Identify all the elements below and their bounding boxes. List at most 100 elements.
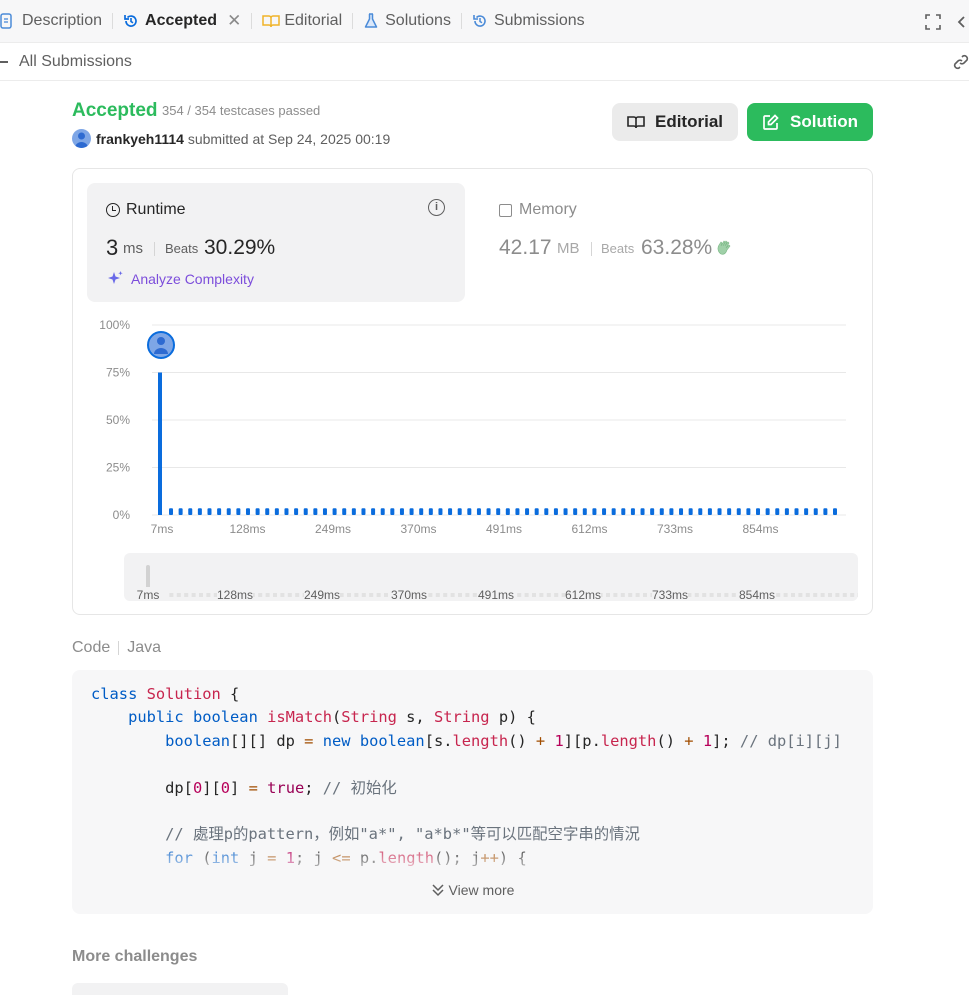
- y-tick-label: 0%: [113, 508, 131, 522]
- tab-solutions[interactable]: Solutions: [353, 0, 461, 43]
- tab-accepted-label: Accepted: [145, 12, 218, 29]
- distribution-bar: [813, 508, 818, 515]
- distribution-bar: [217, 508, 222, 515]
- code-label: Code: [72, 639, 111, 656]
- overview-bar: [643, 593, 647, 597]
- book-icon: [262, 13, 281, 29]
- code-block[interactable]: class Solution { public boolean isMatch(…: [72, 670, 873, 914]
- distribution-bar: [351, 508, 356, 515]
- close-icon[interactable]: ✕: [227, 11, 241, 31]
- overview-bar: [287, 593, 292, 597]
- all-submissions-link[interactable]: All Submissions: [19, 53, 132, 71]
- sparkle-icon: [107, 270, 124, 287]
- distribution-bar: [515, 508, 520, 515]
- overview-bar: [554, 593, 559, 597]
- chevron-left-icon[interactable]: [955, 14, 967, 30]
- runtime-title-label: Runtime: [126, 201, 186, 218]
- distribution-bar: [688, 508, 693, 515]
- overview-bar: [295, 593, 300, 597]
- overview-bar: [798, 593, 803, 597]
- overview-bar: [265, 593, 270, 597]
- submitted-at: submitted at Sep 24, 2025 00:19: [187, 131, 391, 147]
- memory-beats-label: Beats: [601, 241, 635, 256]
- distribution-bar: [736, 508, 741, 515]
- overview-tick-label: 733ms: [652, 588, 688, 601]
- link-icon[interactable]: [953, 54, 969, 70]
- runtime-distribution-chart[interactable]: 100% 75% 50% 25% 0% 7ms 128ms 249ms 370ms 491ms 61…: [92, 315, 852, 545]
- divider: [154, 242, 155, 256]
- overview-bar: [517, 593, 522, 597]
- description-icon: [0, 13, 16, 29]
- distribution-bar: [284, 508, 289, 515]
- analyze-complexity-label: Analyze Complexity: [131, 270, 254, 287]
- challenge-card[interactable]: [72, 983, 288, 995]
- expand-icon[interactable]: [925, 13, 941, 30]
- distribution-bar: [659, 508, 664, 515]
- distribution-bar: [611, 508, 616, 515]
- distribution-bar: [486, 508, 491, 515]
- x-tick-label: 491ms: [486, 522, 522, 536]
- overview-bar: [776, 593, 781, 597]
- x-tick-label: 128ms: [229, 522, 265, 536]
- overview-bar: [347, 593, 351, 597]
- overview-bar: [443, 593, 448, 597]
- view-more-label: View more: [448, 882, 515, 898]
- editorial-button[interactable]: Editorial: [612, 103, 738, 141]
- editorial-button-label: Editorial: [654, 112, 723, 131]
- tab-editorial-label: Editorial: [284, 12, 343, 29]
- overview-bar: [176, 593, 181, 597]
- memory-beats-value: 63.28%: [641, 236, 713, 259]
- avatar[interactable]: [72, 129, 91, 148]
- waving-hand-icon: [716, 238, 734, 256]
- tab-submissions[interactable]: Submissions: [462, 0, 595, 43]
- distribution-bar: [188, 508, 193, 515]
- distribution-bar: [650, 508, 655, 515]
- tab-editorial[interactable]: Editorial: [252, 0, 352, 43]
- overview-bar: [606, 593, 610, 597]
- overview-bar: [206, 593, 211, 597]
- overview-bar: [532, 593, 536, 597]
- distribution-bar: [727, 508, 732, 515]
- overview-bar: [694, 593, 699, 597]
- user-runtime-bar: [158, 372, 162, 515]
- overview-bar: [369, 593, 374, 597]
- all-submissions-bar[interactable]: All Submissions: [0, 43, 969, 81]
- tab-accepted[interactable]: Accepted ✕: [113, 0, 251, 43]
- analyze-complexity-button[interactable]: Analyze Complexity: [107, 270, 254, 287]
- overview-bar: [820, 593, 825, 597]
- distribution-bar: [390, 508, 395, 515]
- overview-bar: [635, 593, 640, 597]
- tab-description-label: Description: [22, 12, 103, 29]
- distribution-bar: [534, 508, 539, 515]
- more-challenges-title: More challenges: [72, 948, 198, 965]
- overview-bar: [813, 593, 818, 597]
- user-avatar-marker: [147, 331, 175, 359]
- runtime-value: 3: [106, 235, 119, 260]
- overview-bar: [184, 593, 189, 597]
- view-more-button[interactable]: View more: [72, 882, 873, 898]
- submitter-info: frankyeh1114 submitted at Sep 24, 2025 0…: [96, 131, 390, 147]
- runtime-beats-label: Beats: [165, 241, 199, 256]
- overview-bar: [717, 593, 721, 597]
- distribution-bar: [602, 508, 607, 515]
- distribution-bar: [573, 508, 578, 515]
- overview-bar: [384, 593, 388, 597]
- overview-bar: [835, 593, 840, 597]
- distribution-bar: [582, 508, 587, 515]
- overview-bar: [613, 593, 618, 597]
- runtime-unit: ms: [123, 240, 143, 257]
- back-icon[interactable]: [0, 60, 8, 63]
- memory-title[interactable]: Memory: [499, 201, 577, 219]
- username-link[interactable]: frankyeh1114: [96, 131, 184, 147]
- distribution-bar: [804, 508, 809, 515]
- solution-button[interactable]: Solution: [747, 103, 873, 141]
- code-language: Java: [127, 639, 162, 656]
- code-header: Code Java: [72, 639, 161, 657]
- overview-tick-label: 249ms: [304, 588, 340, 601]
- distribution-bar: [332, 508, 337, 515]
- overview-bar: [783, 593, 788, 597]
- tab-description[interactable]: Description: [0, 0, 112, 43]
- distribution-bar: [178, 508, 183, 515]
- overview-tick-label: 491ms: [478, 588, 514, 601]
- info-icon[interactable]: i: [428, 199, 445, 216]
